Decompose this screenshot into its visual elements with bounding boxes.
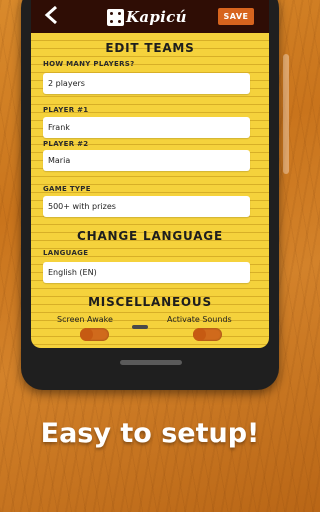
domino-icon	[107, 8, 124, 26]
edit-teams-title: EDIT TEAMS	[105, 41, 195, 55]
back-arrow-icon	[44, 6, 57, 24]
toggle-knob	[193, 328, 206, 341]
game-type-select[interactable]: 500+ with prizes	[43, 196, 250, 217]
player2-label: PLAYER #2	[43, 140, 89, 148]
activate-sounds-label: Activate Sounds	[167, 315, 232, 324]
save-button[interactable]: SAVE	[218, 8, 254, 25]
home-indicator	[120, 360, 182, 365]
screen-awake-label: Screen Awake	[57, 315, 113, 324]
screen-awake-toggle[interactable]	[80, 328, 109, 341]
promo-tagline: Easy to setup!	[40, 418, 260, 449]
back-button[interactable]	[39, 2, 63, 28]
change-language-title: CHANGE LANGUAGE	[77, 229, 223, 243]
phone-frame: Kapicú SAVE EDIT TEAMS HOW MANY PLAYERS?…	[21, 0, 279, 390]
scroll-handle[interactable]	[132, 325, 148, 329]
logo-text: Kapicú	[126, 8, 187, 26]
players-count-label: HOW MANY PLAYERS?	[43, 60, 135, 68]
player1-label: PLAYER #1	[43, 106, 89, 114]
player1-input[interactable]: Frank	[43, 117, 250, 138]
miscellaneous-title: MISCELLANEOUS	[88, 295, 212, 309]
player2-input[interactable]: Maria	[43, 150, 250, 171]
app-header: Kapicú SAVE	[31, 0, 269, 33]
side-scroll-indicator	[283, 54, 289, 174]
settings-panel: EDIT TEAMS HOW MANY PLAYERS? 2 players P…	[31, 33, 269, 348]
game-type-label: GAME TYPE	[43, 185, 91, 193]
toggle-knob	[80, 328, 93, 341]
app-logo: Kapicú	[107, 8, 187, 26]
activate-sounds-toggle[interactable]	[193, 328, 222, 341]
language-label: LANGUAGE	[43, 249, 89, 257]
language-select[interactable]: English (EN)	[43, 262, 250, 283]
app-screen: Kapicú SAVE EDIT TEAMS HOW MANY PLAYERS?…	[31, 0, 269, 348]
players-count-select[interactable]: 2 players	[43, 73, 250, 94]
